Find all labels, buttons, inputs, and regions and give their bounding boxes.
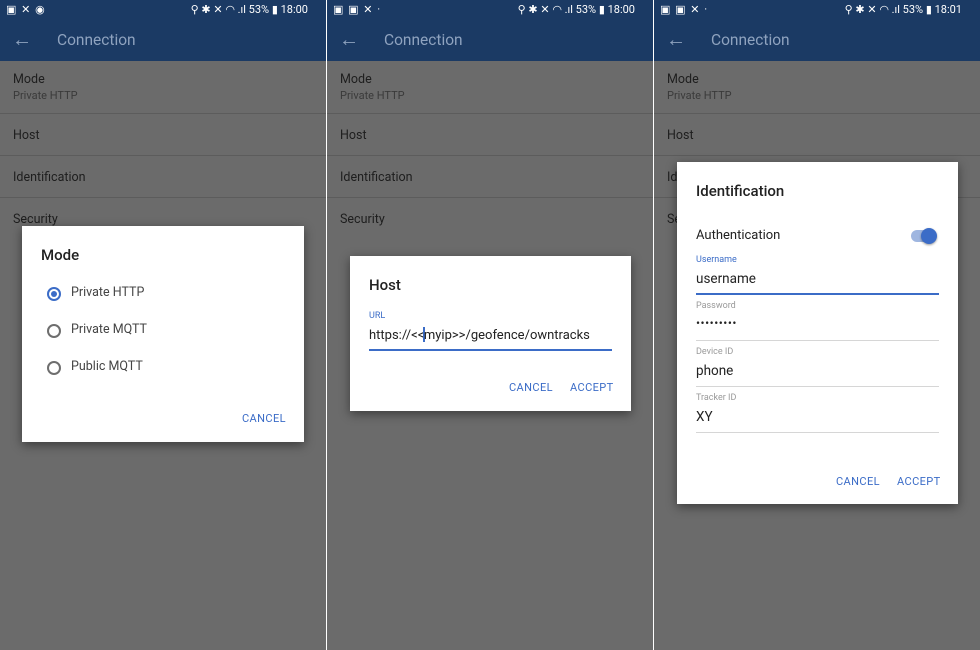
settings-item-title: Mode — [340, 72, 372, 87]
back-arrow-icon[interactable]: ← — [666, 27, 686, 52]
settings-item-mode[interactable]: Mode Private HTTP — [0, 61, 326, 114]
settings-item-host[interactable]: Host — [327, 114, 653, 156]
host-dialog: Host URL https://<<myip>>/geofence/owntr… — [350, 256, 631, 411]
username-field-label: Username — [696, 255, 737, 265]
radio-label: Private HTTP — [71, 285, 145, 300]
settings-item-host[interactable]: Host — [0, 114, 326, 156]
screen-host-dialog: ▣ ▣ ✕ · ⚲ ✱ ✕ ◠ .ıl 53% ▮ 18:00 ← Connec… — [327, 0, 653, 650]
cancel-button[interactable]: CANCEL — [509, 381, 553, 394]
status-icons-left: ▣ ▣ ✕ · — [660, 3, 709, 16]
mode-dialog: Mode Private HTTP Private MQTT Public MQ… — [22, 226, 304, 442]
status-bar: ▣ ▣ ✕ · ⚲ ✱ ✕ ◠ .ıl 53% ▮ 18:00 — [327, 0, 653, 20]
settings-item-title: Mode — [13, 72, 45, 87]
status-bar: ▣ ▣ ✕ · ⚲ ✱ ✕ ◠ .ıl 53% ▮ 18:01 — [654, 0, 980, 20]
url-text-before-cursor: https://<< — [369, 328, 425, 343]
app-bar: ← Connection — [327, 20, 653, 61]
password-input[interactable]: ••••••••• — [696, 316, 737, 330]
username-input-underline — [696, 293, 939, 295]
authentication-label: Authentication — [696, 228, 781, 243]
identification-dialog: Identification Authentication Username u… — [677, 162, 958, 504]
dialog-title: Identification — [696, 182, 785, 200]
back-arrow-icon[interactable]: ← — [339, 27, 359, 52]
url-text-after-cursor: myip>>/geofence/owntracks — [423, 328, 590, 343]
url-field-label: URL — [369, 311, 386, 321]
radio-selected-icon[interactable] — [47, 287, 61, 301]
status-icons-right: ⚲ ✱ ✕ ◠ .ıl 53% ▮ 18:00 — [517, 3, 635, 16]
cancel-button[interactable]: CANCEL — [242, 412, 286, 425]
settings-item-title: Host — [340, 128, 367, 143]
radio-unselected-icon[interactable] — [47, 324, 61, 338]
cancel-button[interactable]: CANCEL — [836, 475, 880, 488]
device-id-field-label: Device ID — [696, 347, 734, 357]
tracker-id-field-label: Tracker ID — [696, 393, 737, 403]
radio-label: Public MQTT — [71, 359, 143, 374]
settings-item-security[interactable]: Security — [327, 198, 653, 239]
status-bar: ▣ ✕ ◉ ⚲ ✱ ✕ ◠ .ıl 53% ▮ 18:00 — [0, 0, 326, 20]
url-input-underline — [369, 349, 612, 351]
dialog-title: Mode — [41, 246, 80, 264]
settings-item-subtitle: Private HTTP — [667, 89, 732, 102]
settings-item-title: Identification — [13, 170, 86, 185]
settings-item-title: Host — [13, 128, 40, 143]
radio-unselected-icon[interactable] — [47, 361, 61, 375]
radio-label: Private MQTT — [71, 322, 148, 337]
device-id-input[interactable]: phone — [696, 363, 733, 379]
accept-button[interactable]: ACCEPT — [570, 381, 614, 394]
url-input[interactable]: https://<<myip>>/geofence/owntracks — [369, 327, 590, 343]
settings-item-title: Host — [667, 128, 694, 143]
settings-item-host[interactable]: Host — [654, 114, 980, 156]
username-input[interactable]: username — [696, 271, 756, 287]
page-title: Connection — [711, 31, 790, 49]
status-icons-left: ▣ ✕ ◉ — [6, 3, 46, 16]
settings-item-subtitle: Private HTTP — [340, 89, 405, 102]
back-arrow-icon[interactable]: ← — [12, 27, 32, 52]
settings-item-mode[interactable]: Mode Private HTTP — [327, 61, 653, 114]
page-title: Connection — [57, 31, 136, 49]
settings-list: Mode Private HTTP Host Identification Se… — [0, 61, 326, 239]
page-title: Connection — [384, 31, 463, 49]
app-bar: ← Connection — [654, 20, 980, 61]
device-id-input-underline — [696, 386, 939, 387]
settings-item-subtitle: Private HTTP — [13, 89, 78, 102]
settings-item-title: Identification — [340, 170, 413, 185]
toggle-thumb — [921, 228, 937, 244]
settings-item-identification[interactable]: Identification — [327, 156, 653, 198]
status-icons-right: ⚲ ✱ ✕ ◠ .ıl 53% ▮ 18:01 — [844, 3, 962, 16]
settings-item-title: Security — [13, 212, 58, 227]
status-icons-left: ▣ ▣ ✕ · — [333, 3, 382, 16]
tracker-id-input-underline — [696, 432, 939, 433]
authentication-toggle[interactable] — [911, 228, 937, 244]
app-bar: ← Connection — [0, 20, 326, 61]
tracker-id-input[interactable]: XY — [696, 409, 713, 425]
accept-button[interactable]: ACCEPT — [897, 475, 941, 488]
settings-item-title: Mode — [667, 72, 699, 87]
screen-identification-dialog: ▣ ▣ ✕ · ⚲ ✱ ✕ ◠ .ıl 53% ▮ 18:01 ← Connec… — [654, 0, 980, 650]
password-input-underline — [696, 340, 939, 341]
screen-mode-dialog: ▣ ✕ ◉ ⚲ ✱ ✕ ◠ .ıl 53% ▮ 18:00 ← Connecti… — [0, 0, 326, 650]
status-icons-right: ⚲ ✱ ✕ ◠ .ıl 53% ▮ 18:00 — [190, 3, 308, 16]
settings-item-title: Security — [340, 212, 385, 227]
dialog-title: Host — [369, 276, 401, 294]
password-field-label: Password — [696, 301, 736, 311]
settings-item-identification[interactable]: Identification — [0, 156, 326, 198]
settings-list: Mode Private HTTP Host Identification Se… — [327, 61, 653, 239]
settings-item-mode[interactable]: Mode Private HTTP — [654, 61, 980, 114]
